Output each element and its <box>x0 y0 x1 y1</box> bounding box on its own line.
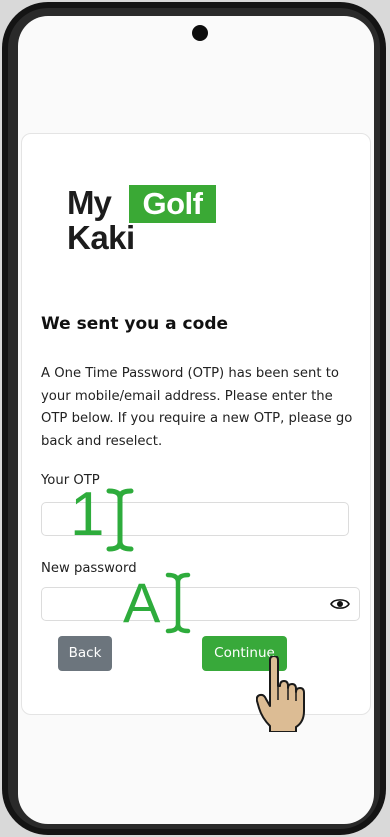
front-camera <box>192 25 208 41</box>
new-password-input[interactable] <box>41 587 360 621</box>
page-title: We sent you a code <box>41 314 229 334</box>
back-button[interactable]: Back <box>58 636 112 671</box>
logo-golf-badge: Golf <box>129 185 216 223</box>
tap-hand-icon <box>256 656 305 732</box>
otp-description: A One Time Password (OTP) has been sent … <box>41 366 353 449</box>
eye-icon[interactable] <box>330 596 350 612</box>
text-cursor-icon <box>165 572 191 634</box>
password-text-annotation: A <box>123 571 161 634</box>
logo-kaki: Kaki <box>67 219 135 256</box>
text-cursor-icon <box>106 488 134 552</box>
otp-numeric-annotation: 1 <box>70 480 105 549</box>
logo-my: My <box>67 184 112 221</box>
